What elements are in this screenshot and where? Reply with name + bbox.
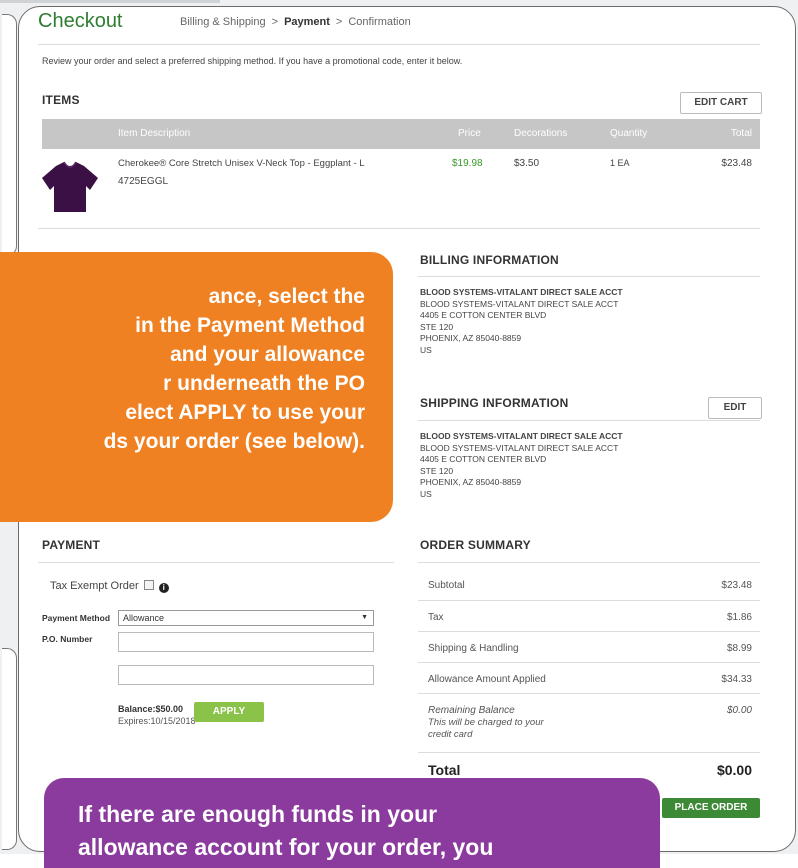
place-order-button[interactable]: PLACE ORDER <box>662 798 760 818</box>
funds-instruction-callout: If there are enough funds in your allowa… <box>44 778 660 868</box>
callout-line: and your allowance <box>170 343 365 366</box>
tax-label: Tax <box>428 612 444 623</box>
tax-exempt-row: Tax Exempt Order i <box>50 580 169 593</box>
billing-line: BLOOD SYSTEMS-VITALANT DIRECT SALE ACCT <box>420 287 623 297</box>
item-total: $23.48 <box>721 158 752 169</box>
summary-row-divider <box>418 631 760 632</box>
shipping-line: US <box>420 488 432 499</box>
apply-button[interactable]: APPLY <box>194 702 264 722</box>
callout-line: allowance account for your order, you <box>78 834 494 860</box>
callout-line: r underneath the PO <box>163 372 365 395</box>
remaining-balance-value: $0.00 <box>726 705 752 716</box>
left-panel-edge-lower <box>2 648 17 850</box>
summary-row-divider <box>418 600 760 601</box>
allowance-applied-value: $34.33 <box>721 674 752 685</box>
orange-callout-text: ance, select the in the Payment Method and… <box>0 282 365 456</box>
remaining-balance: Remaining Balance This will be charged t… <box>428 705 544 741</box>
po-number-input[interactable] <box>118 632 374 652</box>
billing-address: BLOOD SYSTEMS-VITALANT DIRECT SALE ACCT … <box>420 287 623 357</box>
items-heading: ITEMS <box>42 93 80 107</box>
billing-line: PHOENIX, AZ 85040-8859 <box>420 333 522 344</box>
billing-divider <box>418 276 760 277</box>
column-decorations: Decorations <box>514 128 568 139</box>
shipping-line: BLOOD SYSTEMS-VITALANT DIRECT SALE ACCT <box>420 431 623 441</box>
po-number-secondary-input[interactable] <box>118 665 374 685</box>
callout-line: in the Payment Method <box>135 314 365 337</box>
tax-exempt-checkbox[interactable] <box>143 580 154 590</box>
breadcrumb-billing-shipping[interactable]: Billing & Shipping <box>180 16 266 28</box>
summary-row-divider <box>418 752 760 753</box>
tax-value: $1.86 <box>726 612 752 623</box>
callout-line: elect APPLY to use your <box>125 401 365 424</box>
payment-method-select[interactable]: Allowance ▼ <box>118 610 374 626</box>
shipping-handling-label: Shipping & Handling <box>428 643 519 654</box>
purple-callout-text: If there are enough funds in your allowa… <box>78 798 638 864</box>
shipping-line: BLOOD SYSTEMS-VITALANT DIRECT SALE ACCT <box>420 442 619 453</box>
billing-line: BLOOD SYSTEMS-VITALANT DIRECT SALE ACCT <box>420 298 619 309</box>
billing-heading: BILLING INFORMATION <box>420 253 559 267</box>
item-price: $19.98 <box>452 158 483 169</box>
shipping-heading: SHIPPING INFORMATION <box>420 396 569 410</box>
payment-method-label: Payment Method <box>42 613 111 623</box>
remaining-balance-note: This will be charged to your <box>428 717 544 728</box>
allowance-applied-label: Allowance Amount Applied <box>428 674 546 685</box>
payment-method-value: Allowance <box>123 613 165 623</box>
items-divider <box>38 228 760 229</box>
allowance-balance: Balance:$50.00 <box>118 704 184 714</box>
subtotal-value: $23.48 <box>721 580 752 591</box>
shipping-line: PHOENIX, AZ 85040-8859 <box>420 477 522 488</box>
total-label: Total <box>428 762 461 778</box>
breadcrumb-confirmation: Confirmation <box>348 16 411 28</box>
summary-row-divider <box>418 662 760 663</box>
item-sku: 4725EGGL <box>118 176 169 187</box>
callout-line: If there are enough funds in your <box>78 801 438 827</box>
column-total: Total <box>730 128 752 139</box>
callout-line: ds your order (see below). <box>103 430 365 453</box>
po-number-label: P.O. Number <box>42 634 93 644</box>
billing-line: US <box>420 344 432 355</box>
payment-heading: PAYMENT <box>42 538 101 552</box>
summary-row-divider <box>418 693 760 694</box>
summary-divider <box>418 562 760 563</box>
billing-line: STE 120 <box>420 321 454 332</box>
shipping-divider <box>418 420 760 421</box>
breadcrumb-separator: > <box>335 16 343 28</box>
column-item-description: Item Description <box>118 128 191 139</box>
item-quantity: 1 EA <box>610 158 630 168</box>
chevron-down-icon: ▼ <box>361 614 368 621</box>
info-circle-icon[interactable]: i <box>158 583 169 593</box>
breadcrumb-payment: Payment <box>284 16 330 28</box>
remaining-balance-label: Remaining Balance <box>428 705 515 716</box>
left-panel-edge <box>2 14 17 256</box>
shipping-line: STE 120 <box>420 465 454 476</box>
subtotal-label: Subtotal <box>428 580 465 591</box>
intro-text: Review your order and select a preferred… <box>42 56 463 66</box>
total-value: $0.00 <box>716 762 752 778</box>
item-decorations: $3.50 <box>514 158 540 169</box>
column-quantity: Quantity <box>610 128 648 139</box>
header-divider <box>38 44 760 45</box>
shipping-line: 4405 E COTTON CENTER BLVD <box>420 454 547 465</box>
page-title: Checkout <box>38 10 123 32</box>
allowance-expires: Expires:10/15/2018 <box>118 716 196 726</box>
shipping-address: BLOOD SYSTEMS-VITALANT DIRECT SALE ACCT … <box>420 431 623 501</box>
edit-cart-button[interactable]: EDIT CART <box>680 92 762 114</box>
order-summary-heading: ORDER SUMMARY <box>420 538 531 552</box>
allowance-instruction-callout: ance, select the in the Payment Method and… <box>0 252 393 522</box>
edit-shipping-button[interactable]: EDIT <box>708 397 762 419</box>
payment-divider <box>38 562 394 563</box>
top-tab-strip <box>0 0 220 3</box>
product-image[interactable] <box>40 160 100 214</box>
billing-line: 4405 E COTTON CENTER BLVD <box>420 310 547 321</box>
breadcrumb: Billing & Shipping > Payment > Confirmation <box>180 16 411 28</box>
breadcrumb-separator: > <box>271 16 279 28</box>
remaining-balance-note: credit card <box>428 729 473 740</box>
tax-exempt-label: Tax Exempt Order <box>50 580 139 592</box>
callout-line: ance, select the <box>208 285 365 308</box>
item-name[interactable]: Cherokee® Core Stretch Unisex V-Neck Top… <box>118 158 365 169</box>
column-price: Price <box>458 128 481 139</box>
shipping-handling-value: $8.99 <box>726 643 752 654</box>
